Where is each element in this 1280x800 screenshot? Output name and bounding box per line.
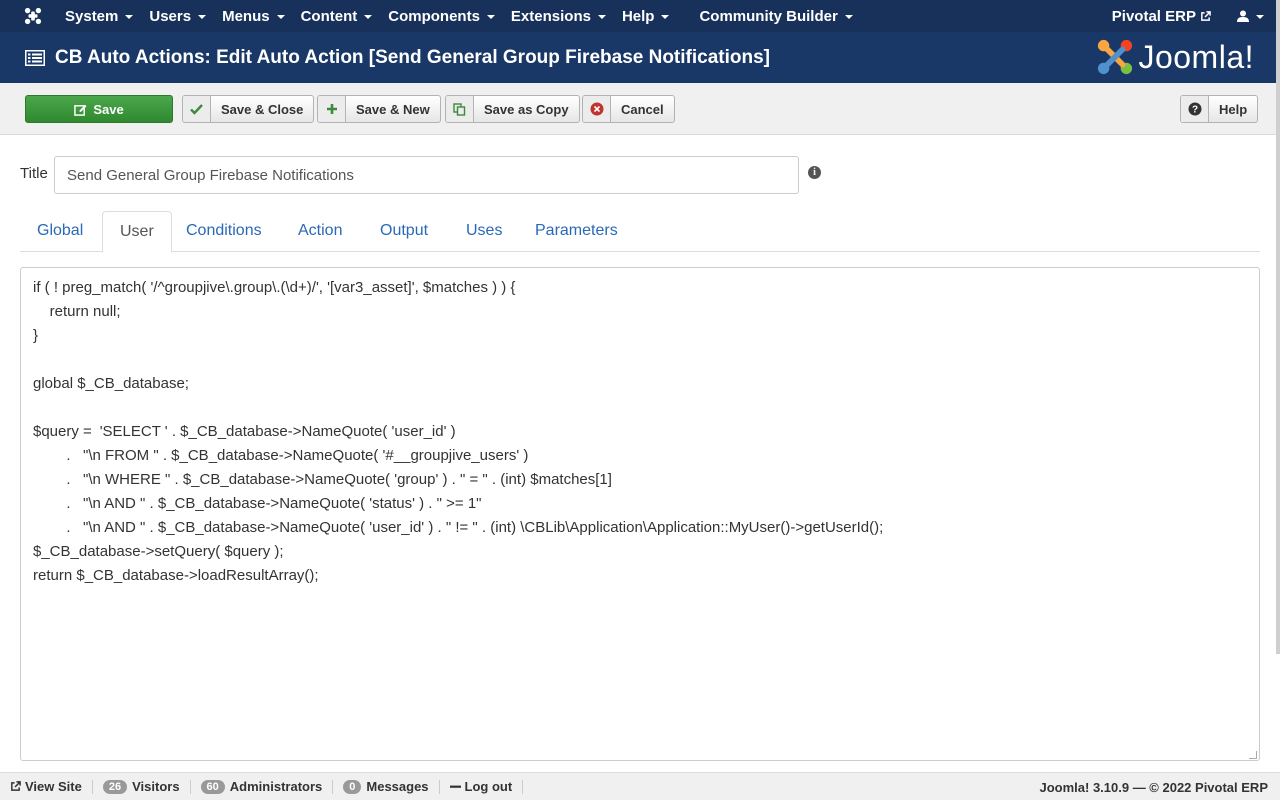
menu-label: Users [149,7,192,25]
tab-user[interactable]: User [102,211,172,253]
tab-parameters[interactable]: Parameters [518,211,635,252]
joomla-logo-icon [1098,39,1133,75]
caret-down-icon [844,15,853,19]
external-link-icon [11,781,21,791]
question-icon: ? [1181,96,1209,122]
tab-action[interactable]: Action [281,211,359,252]
view-site-label: View Site [25,779,82,794]
menu-components[interactable]: Components [380,0,503,32]
info-icon[interactable]: i [808,166,821,179]
joomla-icon[interactable] [17,0,49,32]
menu-label: Extensions [510,7,591,25]
menu-content[interactable]: Content [293,0,381,32]
cancel-icon [583,96,611,122]
user-code-textarea[interactable]: if ( ! preg_match( '/^groupjive\.group\.… [20,267,1260,761]
plus-icon [318,96,346,122]
menu-system[interactable]: System [57,0,141,32]
caret-down-icon [276,15,285,19]
toolbar: Save Save & Close Save & New Save as Cop… [0,83,1280,135]
version-text: Joomla! 3.10.9 — © 2022 Pivotal ERP [1039,780,1268,795]
page-header: CB Auto Actions: Edit Auto Action [Send … [0,32,1280,83]
tab-output[interactable]: Output [363,211,445,252]
save-button[interactable]: Save [25,95,173,123]
menu-users[interactable]: Users [141,0,214,32]
save-label: Save [93,101,124,117]
administrators-label: Administrators [229,779,323,794]
check-icon [183,96,211,122]
title-label: Title [20,165,48,182]
cancel-label: Cancel [621,101,664,117]
caret-down-icon [364,15,373,19]
page-title: CB Auto Actions: Edit Auto Action [Send … [55,46,770,68]
logout-link[interactable]: Log out [440,779,524,794]
menu-label: System [65,7,119,25]
visitors-label: Visitors [132,779,180,794]
caret-down-icon [661,15,670,19]
menu-label: Menus [222,7,270,25]
save-new-label: Save & New [356,101,430,117]
save-new-button[interactable]: Save & New [317,95,441,123]
messages-badge: 0 [343,779,362,794]
administrators-badge: 60 [200,779,225,794]
admin-menu-bar: System Users Menus Content Components Ex… [0,0,1280,32]
logout-label: Log out [464,779,513,794]
tab-global[interactable]: Global [20,211,100,252]
messages-link[interactable]: 0 Messages [333,779,440,794]
visitors-badge: 26 [102,779,128,794]
page-scrollbar[interactable] [1276,0,1280,654]
caret-down-icon [597,15,606,19]
menu-menus[interactable]: Menus [214,0,293,32]
menu-extensions[interactable]: Extensions [503,0,614,32]
tab-uses[interactable]: Uses [449,211,519,252]
joomla-brand-logo: Joomla! [1096,37,1254,77]
save-close-label: Save & Close [221,101,304,117]
title-input[interactable] [54,156,799,194]
menu-community-builder[interactable]: Community Builder [691,0,860,32]
view-site-link[interactable]: View Site [0,779,93,794]
menu-label: Content [300,7,358,25]
status-bar: View Site 26 Visitors 60 Administrators … [0,772,1280,800]
edit-icon [74,104,87,116]
help-label: Help [1219,101,1248,117]
menu-label: Help [621,7,655,25]
menu-help[interactable]: Help [614,0,678,32]
caret-down-icon [1256,15,1264,19]
brand-wordmark: Joomla! [1138,38,1254,75]
external-link-icon [1201,10,1211,21]
visitors-link[interactable]: 26 Visitors [93,779,191,794]
user-icon [1237,10,1249,22]
administrators-link[interactable]: 60 Administrators [191,779,334,794]
user-menu[interactable] [1229,0,1280,32]
messages-label: Messages [366,779,429,794]
save-copy-label: Save as Copy [484,101,569,117]
menu-label: Components [388,7,480,25]
svg-text:?: ? [1191,105,1197,116]
copy-icon [446,96,474,122]
tab-conditions[interactable]: Conditions [169,211,279,252]
top-right-menu: Pivotal ERP [1104,0,1280,32]
caret-down-icon [125,15,134,19]
save-close-button[interactable]: Save & Close [182,95,315,123]
caret-down-icon [486,15,495,19]
save-copy-button[interactable]: Save as Copy [445,95,580,123]
site-name-link[interactable]: Pivotal ERP [1104,0,1229,32]
site-name-label: Pivotal ERP [1111,7,1196,25]
minus-icon [449,785,461,788]
caret-down-icon [198,15,207,19]
tab-bar: Global User Conditions Action Output Use… [20,211,1260,253]
cancel-button[interactable]: Cancel [582,95,675,123]
menu-label: Community Builder [699,7,838,25]
list-icon [25,49,45,66]
resize-handle[interactable] [1249,751,1257,759]
help-button[interactable]: ? Help [1180,95,1259,123]
